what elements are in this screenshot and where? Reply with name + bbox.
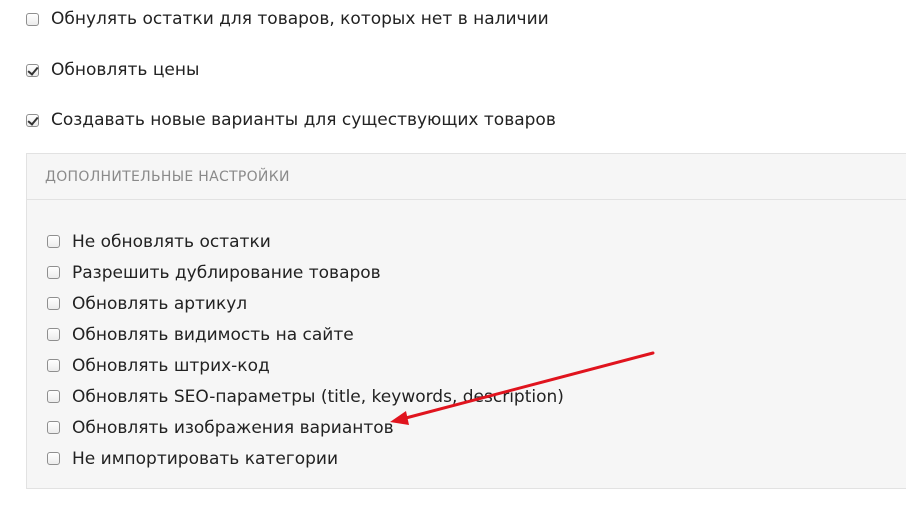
update-prices-checkbox[interactable] — [26, 63, 39, 77]
option-label: Обнулять остатки для товаров, которых не… — [51, 9, 549, 29]
item-label: Обновлять штрих-код — [72, 355, 270, 376]
zero-stock-checkbox[interactable] — [26, 12, 39, 26]
item-label: Не импортировать категории — [72, 448, 338, 469]
checkbox[interactable] — [47, 452, 60, 465]
checkbox[interactable] — [47, 266, 60, 279]
checkbox[interactable] — [47, 359, 60, 372]
item-label: Обновлять SEO-параметры (title, keywords… — [72, 386, 564, 407]
advanced-item-no-import-categories[interactable]: Не импортировать категории — [47, 443, 564, 474]
item-label: Обновлять видимость на сайте — [72, 324, 354, 345]
option-label: Обновлять цены — [51, 60, 200, 80]
advanced-settings-list: Не обновлять остатки Разрешить дублирова… — [47, 226, 564, 474]
option-update-prices[interactable]: Обновлять цены — [26, 60, 199, 80]
advanced-settings-panel: ДОПОЛНИТЕЛЬНЫЕ НАСТРОЙКИ Не обновлять ос… — [26, 153, 906, 489]
item-label: Разрешить дублирование товаров — [72, 262, 381, 283]
checkbox[interactable] — [47, 297, 60, 310]
advanced-item-update-barcode[interactable]: Обновлять штрих-код — [47, 350, 564, 381]
checkbox[interactable] — [47, 235, 60, 248]
item-label: Обновлять изображения вариантов — [72, 417, 394, 438]
checkbox[interactable] — [47, 421, 60, 434]
item-label: Обновлять артикул — [72, 293, 248, 314]
checkbox[interactable] — [47, 328, 60, 341]
advanced-item-update-seo[interactable]: Обновлять SEO-параметры (title, keywords… — [47, 381, 564, 412]
option-label: Создавать новые варианты для существующи… — [51, 110, 556, 130]
advanced-item-update-variant-images[interactable]: Обновлять изображения вариантов — [47, 412, 564, 443]
advanced-item-update-sku[interactable]: Обновлять артикул — [47, 288, 564, 319]
advanced-item-allow-duplicates[interactable]: Разрешить дублирование товаров — [47, 257, 564, 288]
checkbox[interactable] — [47, 390, 60, 403]
option-create-variants[interactable]: Создавать новые варианты для существующи… — [26, 110, 556, 130]
option-zero-stock[interactable]: Обнулять остатки для товаров, которых не… — [26, 9, 549, 29]
advanced-item-no-stock-update[interactable]: Не обновлять остатки — [47, 226, 564, 257]
advanced-settings-title: ДОПОЛНИТЕЛЬНЫЕ НАСТРОЙКИ — [27, 154, 906, 200]
advanced-item-update-visibility[interactable]: Обновлять видимость на сайте — [47, 319, 564, 350]
item-label: Не обновлять остатки — [72, 231, 271, 252]
import-settings-page: Обнулять остатки для товаров, которых не… — [0, 0, 906, 515]
create-variants-checkbox[interactable] — [26, 113, 39, 127]
